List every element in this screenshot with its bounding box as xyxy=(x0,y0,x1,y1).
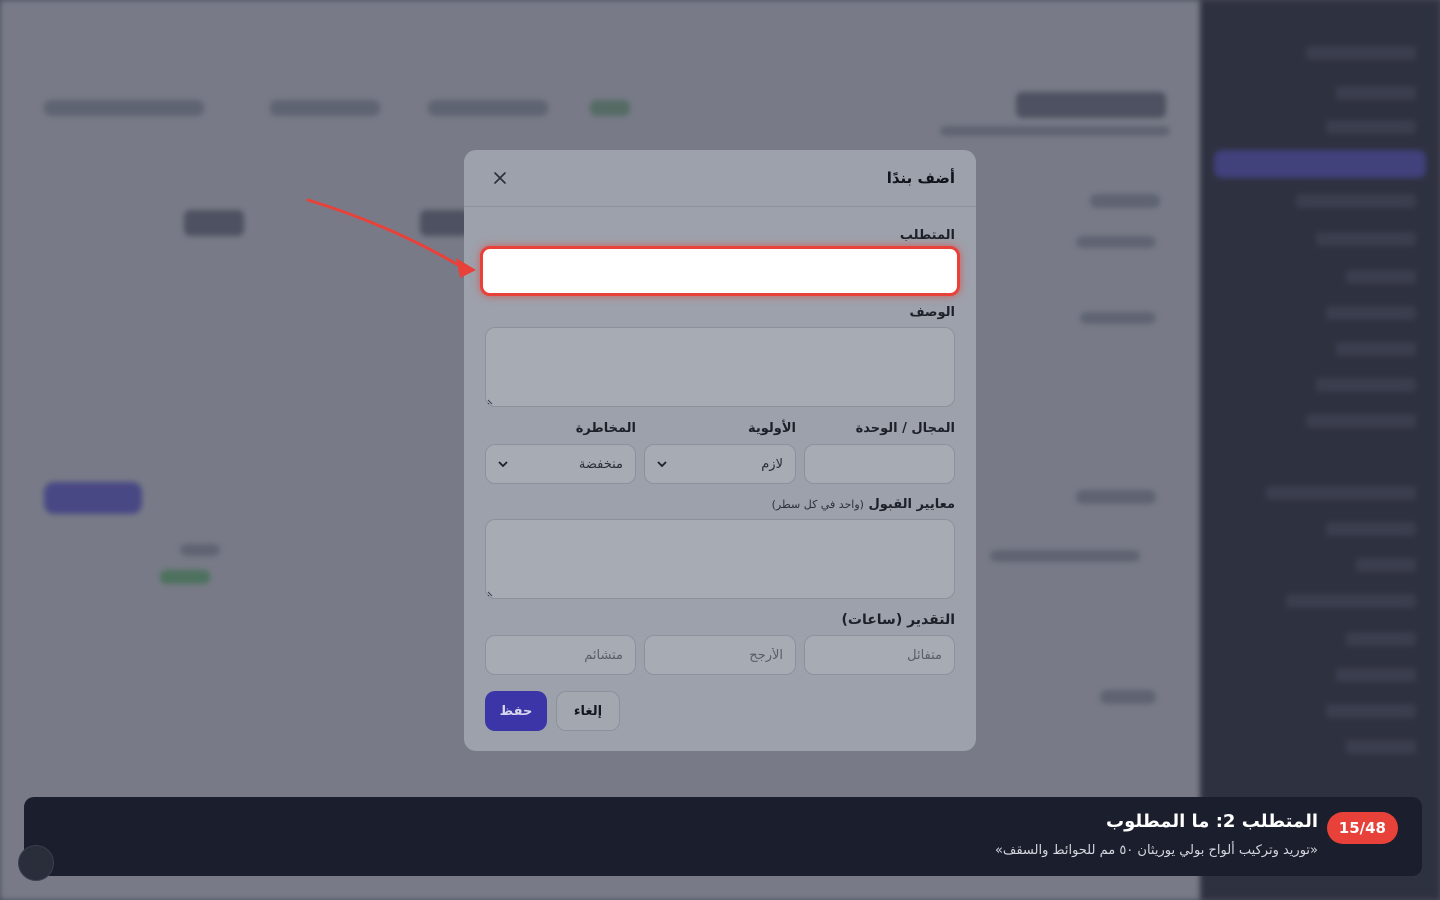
cancel-button[interactable]: إلغاء xyxy=(556,691,620,731)
acceptance-criteria-label: معايير القبول (واحد في كل سطر) xyxy=(772,497,955,512)
pessimistic-field[interactable] xyxy=(485,635,636,675)
risk-value: منخفضة xyxy=(578,456,623,472)
step-counter-badge: 15/48 xyxy=(1326,812,1398,844)
close-button[interactable] xyxy=(488,166,512,190)
help-button[interactable] xyxy=(18,845,54,881)
dialog-header: أضف بندًا xyxy=(464,150,976,207)
banner-title: المتطلب 2: ما المطلوب xyxy=(1106,811,1318,832)
risk-label: المخاطرة xyxy=(575,421,636,436)
tutorial-banner: 15/48 المتطلب 2: ما المطلوب «توريد وتركي… xyxy=(24,797,1422,876)
resize-handle-icon[interactable] xyxy=(487,397,495,405)
description-field[interactable] xyxy=(485,327,955,407)
likely-field[interactable] xyxy=(644,635,796,675)
estimate-label: التقدير (ساعات) xyxy=(841,612,955,628)
banner-subtitle: «توريد وتركيب ألواح بولي يوريثان ٥٠ مم ل… xyxy=(994,843,1318,858)
description-label: الوصف xyxy=(909,305,955,320)
domain-field[interactable] xyxy=(804,444,955,484)
requirement-label: المتطلب xyxy=(899,228,955,243)
save-button[interactable]: حفظ xyxy=(485,691,547,731)
add-item-dialog: أضف بندًا المتطلب الوصف المجال / الوحدة … xyxy=(464,150,976,751)
acceptance-criteria-field[interactable] xyxy=(485,519,955,599)
acceptance-criteria-hint: (واحد في كل سطر) xyxy=(771,498,864,511)
requirement-field-highlight xyxy=(480,246,960,296)
resize-handle-icon[interactable] xyxy=(487,589,495,597)
requirement-field[interactable] xyxy=(483,249,957,293)
dialog-title: أضف بندًا xyxy=(886,169,955,187)
priority-label: الأولوية xyxy=(747,421,796,436)
optimistic-field[interactable] xyxy=(804,635,955,675)
risk-select[interactable]: منخفضة xyxy=(485,444,636,484)
acceptance-criteria-title: معايير القبول xyxy=(868,497,956,512)
domain-label: المجال / الوحدة xyxy=(855,421,955,436)
close-icon xyxy=(494,172,506,184)
chevron-down-icon xyxy=(657,461,667,467)
priority-value: لازم xyxy=(761,456,783,472)
chevron-down-icon xyxy=(498,461,508,467)
priority-select[interactable]: لازم xyxy=(644,444,796,484)
